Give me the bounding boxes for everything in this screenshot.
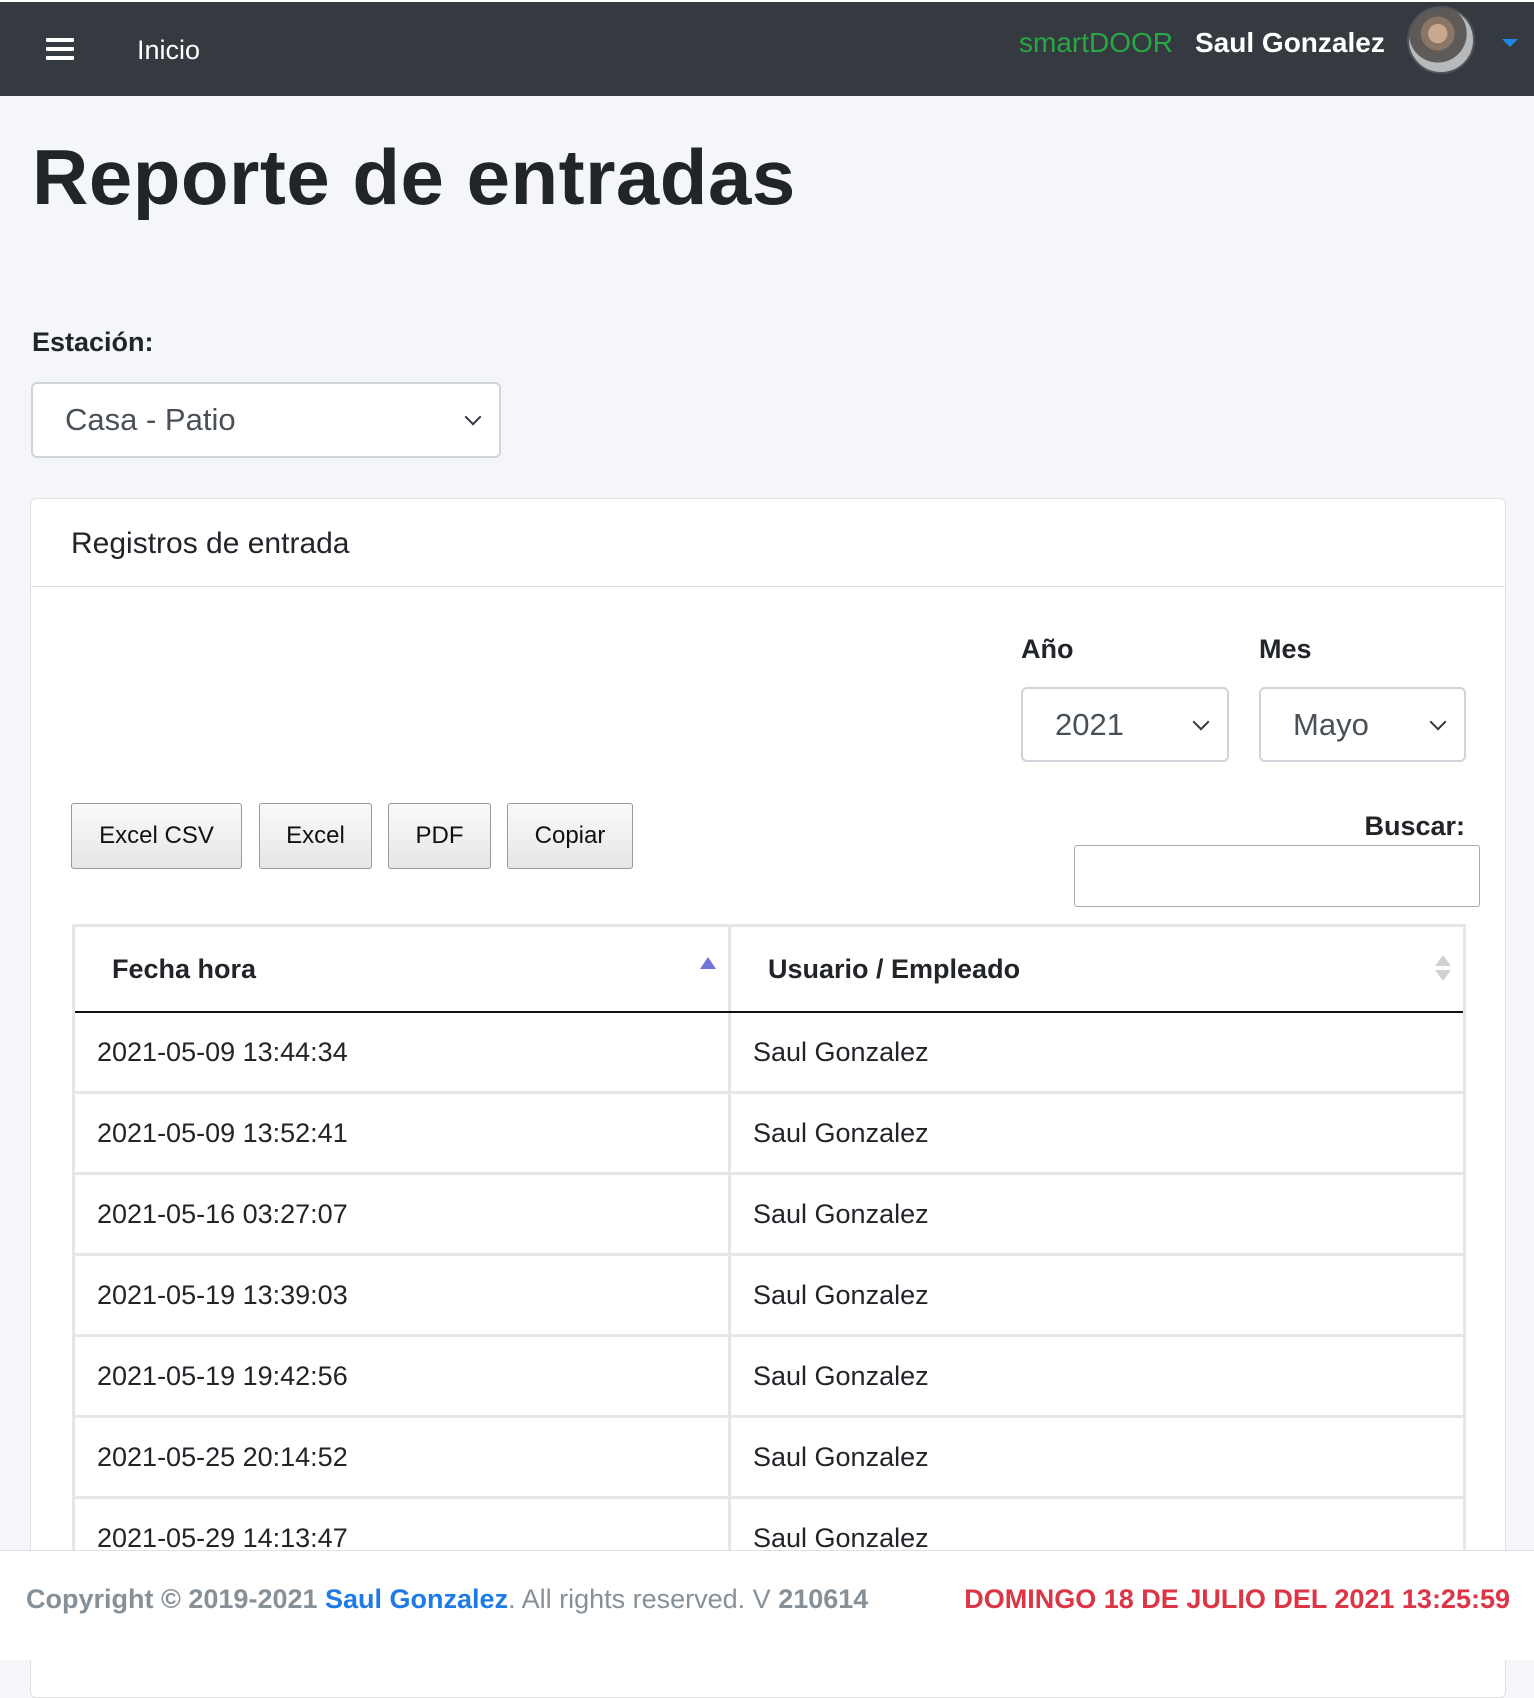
- cell-fecha-hora: 2021-05-09 13:52:41: [75, 1094, 731, 1172]
- nav-home-link[interactable]: Inicio: [137, 35, 200, 66]
- station-label: Estación:: [32, 327, 154, 357]
- page-footer: Copyright © 2019-2021 Saul Gonzalez. All…: [0, 1550, 1534, 1660]
- cell-usuario: Saul Gonzalez: [753, 1117, 929, 1148]
- table-row: 2021-05-16 03:27:07 Saul Gonzalez: [75, 1175, 1463, 1256]
- brand-name: smartDOOR: [1019, 27, 1173, 58]
- table-row: 2021-05-19 13:39:03 Saul Gonzalez: [75, 1256, 1463, 1337]
- cell-fecha-hora: 2021-05-19 13:39:03: [75, 1256, 731, 1334]
- copyright-prefix: Copyright © 2019-2021: [26, 1584, 318, 1614]
- column-header-label: Usuario / Empleado: [768, 953, 1021, 984]
- cell-usuario: Saul Gonzalez: [753, 1036, 929, 1067]
- table-row: 2021-05-09 13:44:34 Saul Gonzalez: [75, 1013, 1463, 1094]
- cell-fecha-hora: 2021-05-19 19:42:56: [75, 1337, 731, 1415]
- cell-fecha-hora: 2021-05-25 20:14:52: [75, 1418, 731, 1496]
- table-header-row: Fecha hora Usuario / Empleado: [75, 927, 1463, 1013]
- excel-csv-button[interactable]: Excel CSV: [71, 803, 242, 869]
- chevron-down-icon: [1429, 713, 1447, 730]
- sort-ascending-icon: [700, 957, 716, 969]
- version-number: 210614: [778, 1584, 869, 1614]
- year-label: Año: [1021, 634, 1074, 664]
- excel-button[interactable]: Excel: [259, 803, 372, 869]
- search-input[interactable]: [1074, 845, 1480, 907]
- search-label: Buscar:: [1364, 811, 1465, 841]
- footer-author-link[interactable]: Saul Gonzalez: [325, 1584, 508, 1614]
- entries-card: Registros de entrada Año Mes 2021 Mayo E…: [30, 498, 1506, 1698]
- cell-usuario: Saul Gonzalez: [753, 1360, 929, 1391]
- month-select-value: Mayo: [1293, 706, 1369, 742]
- table-row: 2021-05-09 13:52:41 Saul Gonzalez: [75, 1094, 1463, 1175]
- avatar[interactable]: [1407, 6, 1475, 74]
- column-header-label: Fecha hora: [112, 953, 257, 984]
- column-header-usuario[interactable]: Usuario / Empleado: [731, 927, 1463, 1011]
- month-select[interactable]: Mayo: [1259, 687, 1466, 762]
- table-row: 2021-05-19 19:42:56 Saul Gonzalez: [75, 1337, 1463, 1418]
- column-header-fecha-hora[interactable]: Fecha hora: [75, 927, 731, 1011]
- footer-datetime: DOMINGO 18 DE JULIO DEL 2021 13:25:59: [964, 1584, 1510, 1614]
- year-select[interactable]: 2021: [1021, 687, 1229, 762]
- card-header: Registros de entrada: [31, 499, 1505, 587]
- cell-usuario: Saul Gonzalez: [753, 1441, 929, 1472]
- top-navbar: Inicio smartDOOR Saul Gonzalez: [0, 0, 1534, 96]
- station-select[interactable]: Casa - Patio: [31, 382, 501, 458]
- cell-fecha-hora: 2021-05-09 13:44:34: [75, 1013, 731, 1091]
- copy-button[interactable]: Copiar: [507, 803, 633, 869]
- caret-down-icon[interactable]: [1502, 39, 1518, 47]
- card-title: Registros de entrada: [71, 527, 350, 560]
- chevron-down-icon: [1192, 713, 1210, 730]
- cell-usuario: Saul Gonzalez: [753, 1279, 929, 1310]
- sort-both-icon: [1435, 955, 1451, 981]
- hamburger-icon[interactable]: [46, 38, 74, 60]
- footer-copyright: Copyright © 2019-2021 Saul Gonzalez. All…: [26, 1584, 868, 1615]
- nav-user-name[interactable]: Saul Gonzalez: [1195, 27, 1385, 59]
- chevron-down-icon: [464, 408, 482, 426]
- month-label: Mes: [1259, 634, 1312, 664]
- page-title: Reporte de entradas: [32, 133, 796, 221]
- cell-fecha-hora: 2021-05-16 03:27:07: [75, 1175, 731, 1253]
- year-select-value: 2021: [1055, 706, 1124, 742]
- cell-usuario: Saul Gonzalez: [753, 1198, 929, 1229]
- pdf-button[interactable]: PDF: [388, 803, 491, 869]
- rights-text: . All rights reserved. V: [508, 1584, 771, 1614]
- entries-table: Fecha hora Usuario / Empleado 2021-05-09…: [72, 924, 1466, 1580]
- table-row: 2021-05-25 20:14:52 Saul Gonzalez: [75, 1418, 1463, 1499]
- station-select-value: Casa - Patio: [65, 402, 236, 437]
